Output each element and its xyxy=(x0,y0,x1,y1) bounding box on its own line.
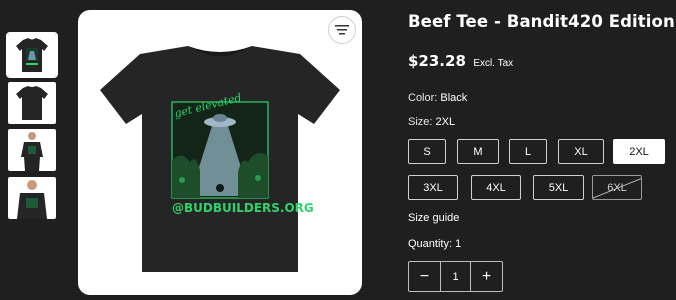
thumbnail-model-front[interactable] xyxy=(8,129,56,171)
size-option-3xl[interactable]: 3XL xyxy=(408,175,458,200)
tshirt-graphic: get elevated @BUDBUILDERS.ORG xyxy=(100,46,340,272)
sort-lines-icon xyxy=(335,25,349,35)
model-closeup-icon xyxy=(17,180,47,219)
product-price: $23.28 xyxy=(408,52,466,70)
quantity-input[interactable]: 1 xyxy=(440,262,471,291)
size-options: S M L XL 2XL 3XL 4XL 5XL 6XL xyxy=(408,139,670,201)
color-selection: Color: Black xyxy=(408,92,467,104)
size-option-l[interactable]: L xyxy=(509,139,547,164)
quantity-label: Quantity: 1 xyxy=(408,238,462,250)
unavailable-strike xyxy=(593,176,641,199)
model-wearing-shirt-icon xyxy=(21,132,43,171)
sort-button[interactable] xyxy=(328,16,356,44)
size-option-s[interactable]: S xyxy=(408,139,446,164)
size-option-m[interactable]: M xyxy=(457,139,499,164)
tax-note: Excl. Tax xyxy=(473,58,514,69)
print-text-bottom: @BUDBUILDERS.ORG xyxy=(172,201,314,215)
increase-quantity-button[interactable]: + xyxy=(471,262,502,291)
size-option-6xl: 6XL xyxy=(592,175,642,200)
size-option-2xl[interactable]: 2XL xyxy=(613,139,665,164)
thumbnail-shirt-front[interactable] xyxy=(6,32,58,78)
thumbnail-shirt-back[interactable] xyxy=(8,82,56,124)
size-option-4xl[interactable]: 4XL xyxy=(471,175,521,200)
size-guide-link[interactable]: Size guide xyxy=(408,212,459,224)
main-product-image: get elevated @BUDBUILDERS.ORG xyxy=(78,10,362,295)
color-label: Color: xyxy=(408,92,438,104)
tshirt-front-icon xyxy=(16,38,48,72)
size-option-xl[interactable]: XL xyxy=(558,139,604,164)
decrease-quantity-button[interactable]: − xyxy=(409,262,440,291)
size-selection: Size: 2XL xyxy=(408,116,455,128)
price-row: $23.28 Excl. Tax xyxy=(408,52,513,71)
product-title: Beef Tee - Bandit420 Edition xyxy=(408,12,675,31)
tshirt-back-icon xyxy=(16,86,48,120)
thumbnail-model-closeup[interactable] xyxy=(8,177,56,219)
size-option-5xl[interactable]: 5XL xyxy=(533,175,584,200)
size-label: Size: xyxy=(408,116,433,128)
quantity-stepper: − 1 + xyxy=(408,261,503,292)
color-value: Black xyxy=(440,92,468,104)
size-value: 2XL xyxy=(435,116,456,128)
